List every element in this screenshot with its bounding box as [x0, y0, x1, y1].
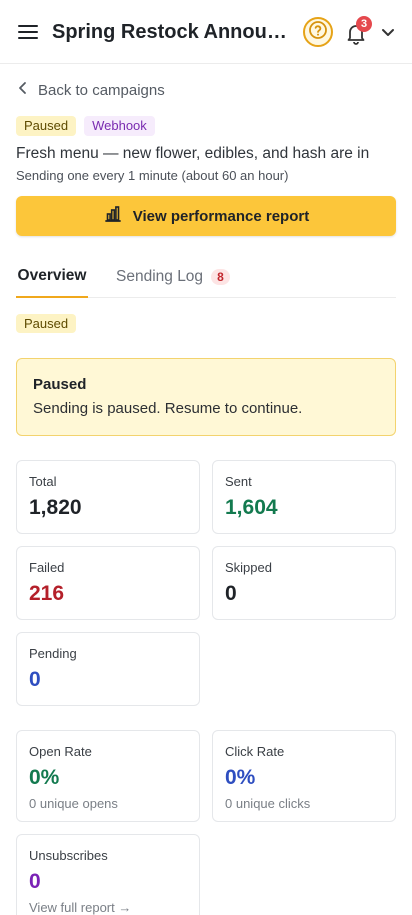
menu-icon[interactable]	[16, 20, 40, 44]
stat-label: Pending	[29, 646, 77, 661]
stat-card-open-rate: Open Rate 0% 0 unique opens	[16, 730, 200, 822]
help-button[interactable]	[303, 17, 333, 47]
chevron-left-icon	[16, 81, 30, 99]
overview-status: Paused	[16, 314, 77, 333]
bell-icon	[343, 25, 369, 50]
stat-label: Sent	[225, 474, 252, 489]
status-badge: Paused	[16, 116, 77, 136]
stat-label: Open Rate	[29, 744, 92, 759]
stat-value: 0%	[225, 766, 256, 789]
view-full-report-link[interactable]: View full report →	[29, 900, 187, 915]
stat-label: Failed	[29, 560, 65, 575]
stat-card-sent: Sent 1,604	[212, 460, 396, 534]
send-rate-text: Sending one every 1 minute (about 60 an …	[16, 168, 289, 183]
stat-value: 0	[29, 870, 41, 893]
stat-card-pending: Pending 0	[16, 632, 200, 706]
bar-chart-icon	[103, 204, 123, 228]
stat-label: Total	[29, 474, 57, 489]
stat-card-click-rate: Click Rate 0% 0 unique clicks	[212, 730, 396, 822]
stat-label: Skipped	[225, 560, 272, 575]
stat-card-unsubscribes: Unsubscribes 0 View full report →	[16, 834, 200, 915]
stat-subtext: 0 unique clicks	[225, 796, 311, 811]
campaign-tabs: Overview Sending Log 8	[16, 256, 396, 298]
paused-alert: Paused Sending is paused. Resume to cont…	[16, 358, 396, 436]
tab-overview[interactable]: Overview	[16, 256, 88, 298]
campaign-description: Fresh menu — new flower, edibles, and ha…	[16, 145, 370, 162]
page-title: Spring Restock Announcement	[52, 21, 292, 43]
stat-card-skipped: Skipped 0	[212, 546, 396, 620]
stat-value: 0	[225, 582, 237, 605]
tab-sending-log[interactable]: Sending Log 8	[116, 256, 230, 298]
stat-value: 0	[29, 668, 41, 691]
top-bar: Spring Restock Announcement 3	[0, 0, 412, 64]
stat-card-failed: Failed 216	[16, 546, 200, 620]
back-link-label: Back to campaigns	[38, 81, 165, 99]
tab-sending-log-label: Sending Log	[116, 268, 204, 285]
stat-label: Click Rate	[225, 744, 285, 759]
stat-value: 216	[29, 582, 65, 605]
user-menu-toggle[interactable]	[378, 22, 398, 42]
chevron-down-icon	[378, 29, 398, 46]
alert-title: Paused	[33, 376, 87, 393]
view-performance-report-button[interactable]: View performance report	[16, 196, 396, 236]
campaign-chips: Paused Webhook	[16, 116, 155, 136]
alert-text: Sending is paused. Resume to continue.	[33, 400, 303, 417]
stat-label: Unsubscribes	[29, 848, 108, 863]
help-icon	[308, 20, 328, 45]
stat-value: 0%	[29, 766, 60, 789]
back-to-campaigns-link[interactable]: Back to campaigns	[16, 80, 165, 100]
stat-value: 1,820	[29, 496, 82, 519]
notification-count-badge: 3	[356, 16, 372, 32]
view-performance-report-label: View performance report	[132, 207, 310, 225]
channel-badge: Webhook	[84, 116, 155, 136]
sending-log-count-badge: 8	[211, 269, 230, 285]
stat-value: 1,604	[225, 496, 278, 519]
stat-card-total: Total 1,820	[16, 460, 200, 534]
overview-status-badge: Paused	[16, 314, 77, 333]
stat-subtext: 0 unique opens	[29, 796, 118, 811]
